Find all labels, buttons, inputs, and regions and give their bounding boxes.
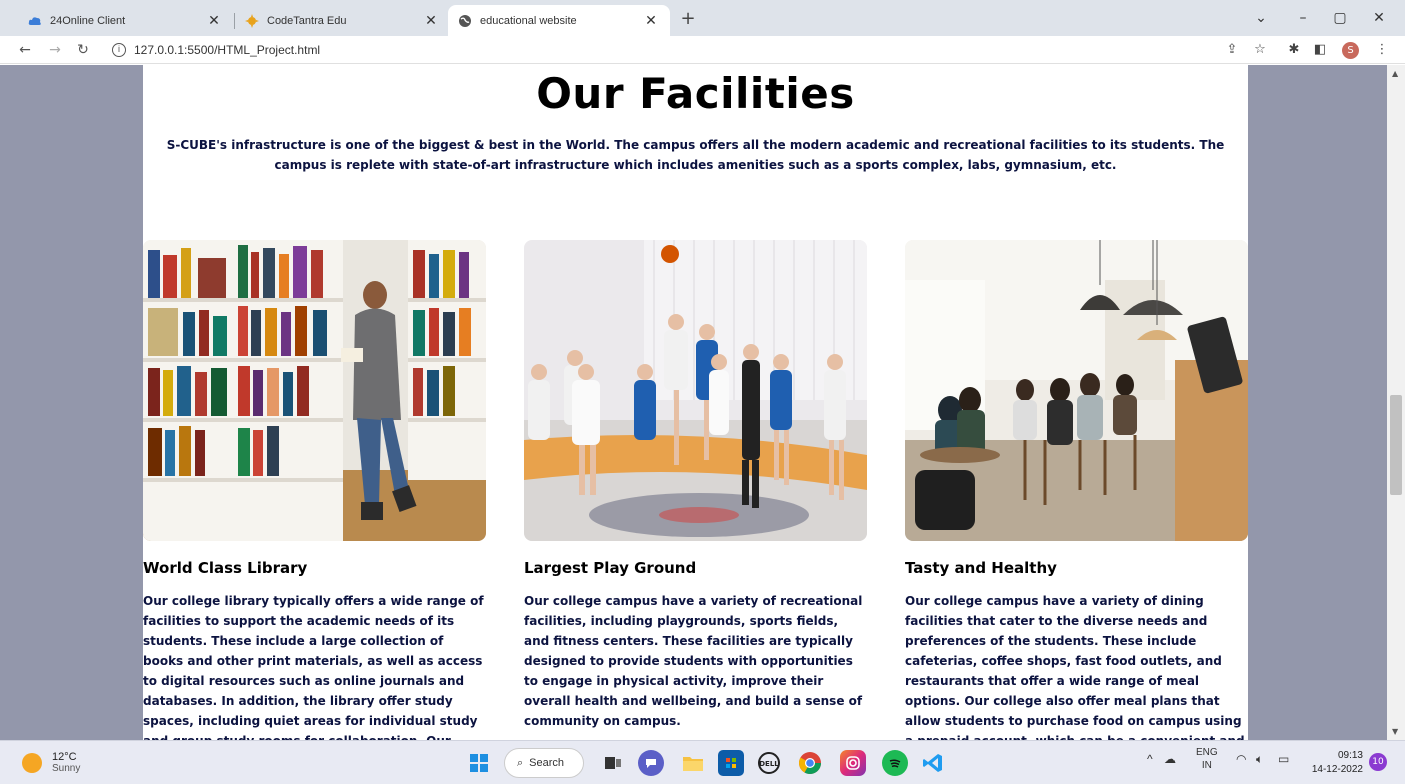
card-description: Our college campus have a variety of rec… [524,594,863,728]
clock-time: 09:13 [1337,750,1363,761]
cloud-icon [28,14,42,28]
menu-kebab-icon[interactable]: ⋮ [1372,40,1392,60]
new-tab-button[interactable]: + [676,8,700,32]
vscode-icon[interactable] [920,750,946,776]
scroll-up-arrow-icon[interactable]: ▲ [1392,69,1398,78]
language-code: ENG [1196,747,1218,758]
tab-search-icon[interactable]: ⌄ [1246,6,1276,30]
wifi-icon[interactable]: ◠ [1236,752,1246,766]
side-panel-icon[interactable]: ◧ [1310,40,1330,60]
search-icon: ⌕ [517,756,524,769]
search-label: Search [529,757,565,769]
basketball-photo [524,240,867,541]
tab-24online[interactable]: 24Online Client ✕ [18,5,233,36]
battery-icon[interactable]: ▭ [1278,752,1289,766]
instagram-icon[interactable] [840,750,866,776]
card-title: Tasty and Healthy [905,559,1057,577]
back-arrow-icon[interactable]: ← [14,39,36,61]
close-window-button[interactable]: ✕ [1364,6,1394,30]
spotify-icon[interactable] [882,750,908,776]
page-title: Our Facilities [536,69,855,118]
tab-strip: 24Online Client ✕ CodeTantra Edu ✕ educa… [0,0,1405,36]
clock-date: 14-12-2022 [1311,764,1363,775]
tab-codetantra[interactable]: CodeTantra Edu ✕ [235,5,450,36]
svg-text:DELL: DELL [759,760,779,768]
tab-title: CodeTantra Edu [267,14,347,27]
sun-icon [22,753,42,773]
facility-card-playground: Largest Play Ground Our college campus h… [524,240,867,731]
forward-arrow-icon[interactable]: → [44,39,66,61]
page-viewport: Our Facilities S-CUBE's infrastructure i… [0,65,1405,740]
address-bar[interactable]: i 127.0.0.1:5500/HTML_Project.html [104,39,1254,61]
share-icon[interactable]: ⇪ [1222,40,1242,60]
site-info-icon[interactable]: i [112,43,126,57]
taskbar: 12°C Sunny ⌕ Search DELL ^ ☁ ENG IN ◠ � [0,740,1405,784]
library-photo [143,240,486,541]
cafe-photo [905,240,1248,541]
codetantra-icon [245,13,259,28]
taskbar-search[interactable]: ⌕ Search [504,748,584,778]
card-description: Our college campus have a variety of din… [905,594,1245,740]
tab-educational-website[interactable]: educational website ✕ [448,5,670,36]
windows-start-icon[interactable] [466,750,492,776]
card-description: Our college library typically offers a w… [143,594,484,740]
weather-widget[interactable]: 12°C Sunny [22,751,80,775]
onedrive-cloud-icon[interactable]: ☁ [1164,752,1176,766]
scroll-thumb[interactable] [1390,395,1402,495]
scroll-down-arrow-icon[interactable]: ▼ [1392,727,1398,736]
restore-button[interactable]: ▢ [1325,6,1355,30]
chat-icon[interactable] [638,750,664,776]
bookmark-star-icon[interactable]: ☆ [1250,40,1270,60]
minimize-button[interactable]: – [1288,6,1318,30]
profile-avatar[interactable]: S [1342,42,1359,59]
notification-badge[interactable]: 10 [1369,753,1387,771]
extensions-icon[interactable]: ✱ [1284,40,1304,60]
browser-toolbar: ← → ↻ i 127.0.0.1:5500/HTML_Project.html… [0,36,1405,64]
url-text[interactable]: 127.0.0.1:5500/HTML_Project.html [134,43,320,57]
close-tab-icon[interactable]: ✕ [422,12,440,29]
weather-temperature: 12°C [52,751,77,763]
facilities-section: Our Facilities S-CUBE's infrastructure i… [143,65,1248,740]
vertical-scrollbar[interactable]: ▲ ▼ [1387,65,1405,740]
close-tab-icon[interactable]: ✕ [205,12,223,29]
region-code: IN [1201,760,1212,771]
store-icon[interactable] [718,750,744,776]
card-title: Largest Play Ground [524,559,697,577]
globe-icon [458,14,472,28]
tab-title: educational website [480,14,577,27]
facility-card-dining: Tasty and Healthy Our college campus hav… [905,240,1248,740]
facility-card-library: World Class Library Our college library … [143,240,486,740]
system-clock[interactable]: 09:13 14-12-2022 [1308,749,1363,777]
tray-chevron-icon[interactable]: ^ [1147,752,1153,766]
volume-icon[interactable]: 🔈︎ [1256,752,1263,767]
task-view-icon[interactable] [600,750,626,776]
close-tab-icon[interactable]: ✕ [642,12,660,29]
dell-icon[interactable]: DELL [756,750,782,776]
weather-condition: Sunny [52,763,81,774]
tab-title: 24Online Client [50,14,126,27]
chrome-icon[interactable] [797,750,823,776]
intro-paragraph: S-CUBE's infrastructure is one of the bi… [166,138,1225,172]
language-indicator[interactable]: ENG IN [1196,746,1218,772]
reload-icon[interactable]: ↻ [72,39,94,61]
file-explorer-icon[interactable] [680,750,706,776]
card-title: World Class Library [143,559,308,577]
